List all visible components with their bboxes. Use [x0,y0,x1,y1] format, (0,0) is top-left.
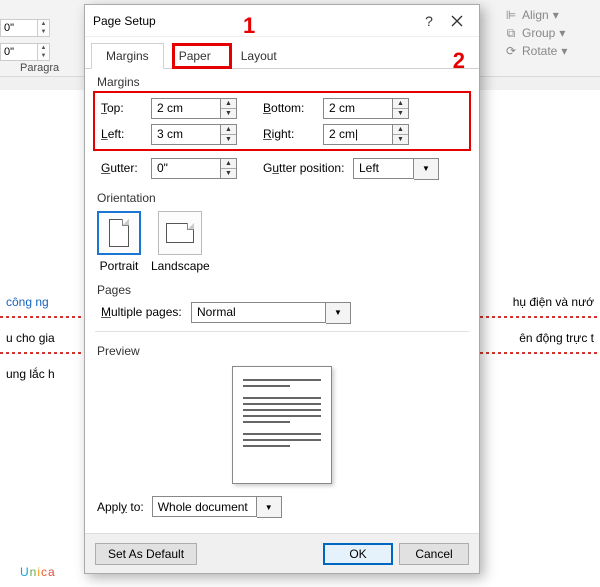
paragraph-group-label: Paragra [20,62,59,74]
page-setup-dialog: Page Setup ? 1 2 Margins Paper Layout Ma… [84,4,480,574]
portrait-option[interactable]: Portrait [97,211,141,273]
doc-text: ên động trực t [519,331,594,345]
indent-right-input[interactable]: 0" [0,43,38,61]
top-input[interactable]: 2 cm ▲▼ [151,98,237,119]
portrait-label: Portrait [100,259,139,273]
rotate-icon: ⟳ [504,44,518,58]
arrange-group: ⊫ Align▾ ⧉ Group▾ ⟳ Rotate▾ [504,6,594,60]
tab-margins[interactable]: Margins [91,43,164,69]
indent-right-spinner[interactable]: ▲▼ [38,43,50,61]
apply-to-label: Apply to: [97,500,144,514]
doc-text: hụ điện và nướ [513,295,594,309]
chevron-down-icon: ▼ [257,496,282,518]
chevron-down-icon: ▼ [326,302,351,324]
rotate-label: Rotate [522,44,557,58]
rotate-button[interactable]: ⟳ Rotate▾ [504,42,594,60]
top-label: Top: [99,101,147,115]
left-input[interactable]: 3 cm ▲▼ [151,124,237,145]
align-label: Align [522,8,549,22]
indent-left-input[interactable]: 0" [0,19,38,37]
portrait-icon [109,219,129,247]
spinner-buttons[interactable]: ▲▼ [221,98,237,119]
ok-button[interactable]: OK [323,543,393,565]
spinner-buttons[interactable]: ▲▼ [393,98,409,119]
doc-text: công ng [6,295,49,309]
indent-group: 0" ▲▼ 0" ▲▼ [0,18,60,62]
orientation-section-label: Orientation [85,185,479,207]
landscape-icon [166,223,194,243]
chevron-down-icon: ▼ [414,158,439,180]
spinner-buttons[interactable]: ▲▼ [221,158,237,179]
tab-layout[interactable]: Layout [226,43,292,69]
indent-left-spinner[interactable]: ▲▼ [38,19,50,37]
right-label: Right: [261,127,319,141]
group-icon: ⧉ [504,26,518,40]
left-label: Left: [99,127,147,141]
gutter-label: Gutter: [99,161,147,175]
annotation-1: 1 [243,13,255,39]
doc-text: u cho gia [6,331,55,345]
tabs: Margins Paper Layout [85,43,479,69]
align-icon: ⊫ [504,8,518,22]
group-label: Group [522,26,555,40]
margins-section-label: Margins [85,69,479,91]
right-input[interactable]: 2 cm| ▲▼ [323,124,409,145]
landscape-option[interactable]: Landscape [151,211,210,273]
titlebar: Page Setup ? [85,5,479,37]
set-default-button[interactable]: Set As Default [95,543,197,565]
gutter-pos-label: Gutter position: [261,161,349,175]
tab-paper[interactable]: Paper [164,43,226,69]
preview-section-label: Preview [85,338,479,360]
preview-page [232,366,332,484]
apply-to-dropdown[interactable]: Whole document ▼ [152,496,282,517]
spinner-buttons[interactable]: ▲▼ [221,124,237,145]
gutter-input[interactable]: 0" ▲▼ [151,158,237,179]
gutter-position-dropdown[interactable]: Left ▼ [353,158,439,179]
bottom-input[interactable]: 2 cm ▲▼ [323,98,409,119]
dialog-footer: Set As Default OK Cancel [85,533,479,573]
multiple-pages-label: Multiple pages: [99,305,187,319]
margins-highlight-box: Top: 2 cm ▲▼ Bottom: 2 cm ▲▼ Left: 3 cm … [93,91,471,151]
annotation-2: 2 [453,48,465,74]
close-button[interactable] [443,7,471,35]
pages-section-label: Pages [85,277,479,299]
cancel-button[interactable]: Cancel [399,543,469,565]
bottom-label: Bottom: [261,101,319,115]
help-button[interactable]: ? [415,7,443,35]
align-button[interactable]: ⊫ Align▾ [504,6,594,24]
multiple-pages-dropdown[interactable]: Normal ▼ [191,302,351,323]
spinner-buttons[interactable]: ▲▼ [393,124,409,145]
close-icon [451,15,463,27]
watermark-logo: Unica [20,555,56,583]
divider [95,331,469,332]
landscape-label: Landscape [151,259,210,273]
doc-text: ung lắc h [6,367,55,381]
group-button[interactable]: ⧉ Group▾ [504,24,594,42]
